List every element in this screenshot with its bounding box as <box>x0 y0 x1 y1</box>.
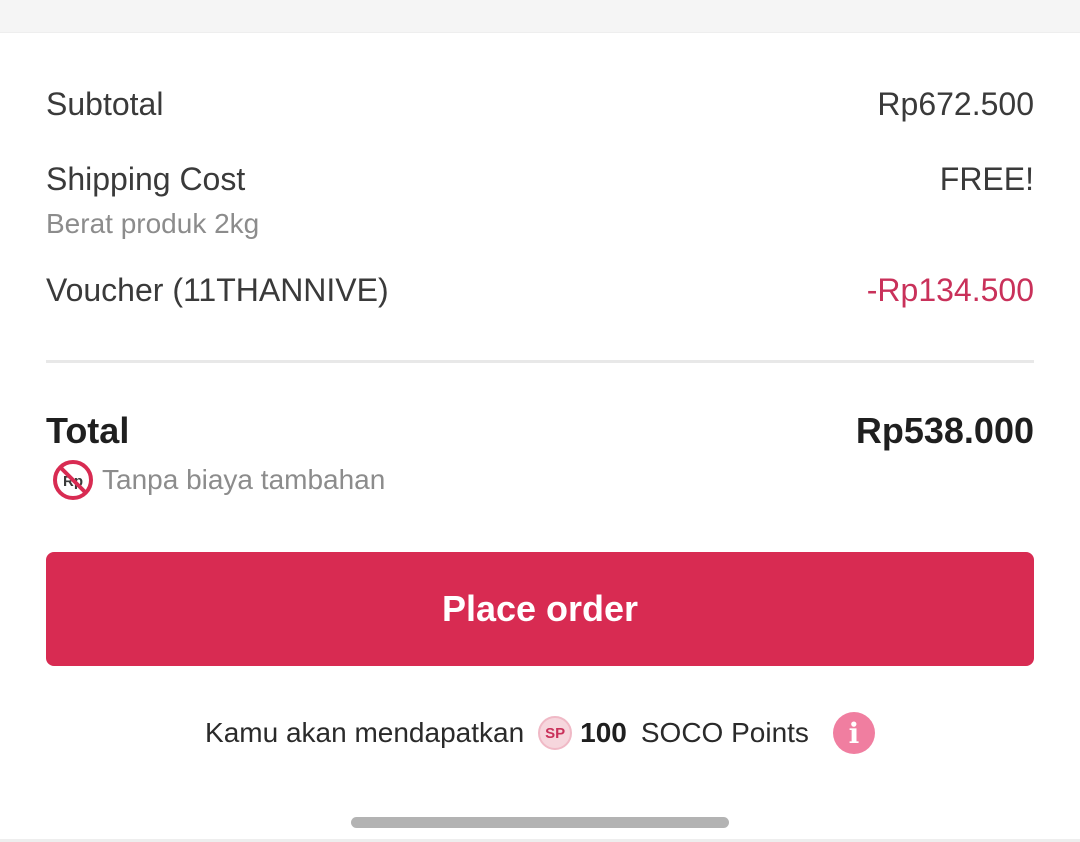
voucher-label: Voucher (11THANNIVE) <box>46 272 389 308</box>
voucher-discount-value: -Rp134.500 <box>866 272 1034 308</box>
subtotal-value: Rp672.500 <box>877 86 1034 122</box>
no-fee-icon: Rp <box>52 459 94 501</box>
place-order-button[interactable]: Place order <box>46 552 1034 666</box>
subtotal-label: Subtotal <box>46 86 164 122</box>
total-value: Rp538.000 <box>855 410 1034 451</box>
voucher-row: Voucher (11THANNIVE) -Rp134.500 <box>46 272 1034 309</box>
soco-points-icon: SP <box>538 716 573 750</box>
top-strip <box>0 0 1080 33</box>
soco-points-row: Kamu akan mendapatkan SP 100 SOCO Points… <box>0 712 1080 754</box>
no-extra-fee-text: Tanpa biaya tambahan <box>102 464 386 495</box>
shipping-label: Shipping Cost <box>46 161 246 197</box>
info-icon[interactable]: i <box>832 712 875 754</box>
shipping-weight-note: Berat produk 2kg <box>46 208 260 239</box>
divider <box>46 360 1034 363</box>
total-row: Total Rp538.000 <box>46 410 1034 452</box>
points-amount: 100 <box>580 717 627 748</box>
subtotal-row: Subtotal Rp672.500 <box>46 86 1034 123</box>
shipping-row: Shipping Cost FREE! <box>46 161 1034 198</box>
home-indicator <box>351 817 729 828</box>
no-extra-fee-row: Rp Tanpa biaya tambahan <box>52 459 385 501</box>
total-label: Total <box>46 410 130 451</box>
points-prefix-text: Kamu akan mendapatkan <box>205 717 525 748</box>
points-suffix-text: SOCO Points <box>640 717 809 748</box>
shipping-value: FREE! <box>939 161 1034 197</box>
